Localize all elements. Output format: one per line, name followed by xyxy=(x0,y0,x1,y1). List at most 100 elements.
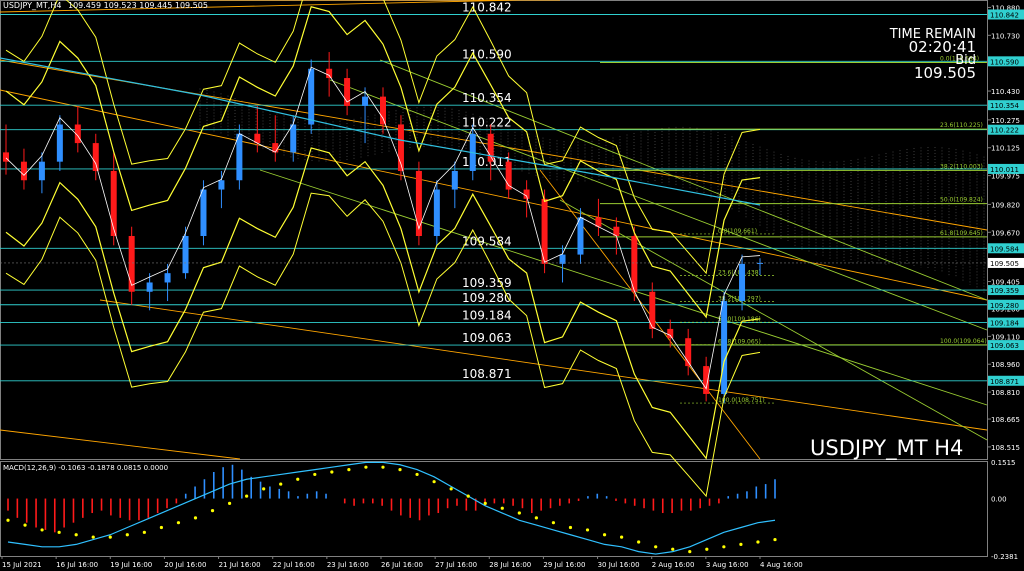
macd-signal-dot xyxy=(279,482,283,486)
fibo-small-label: 100.0(108.751) xyxy=(718,397,765,404)
macd-signal-dot xyxy=(705,547,709,551)
candle-body xyxy=(362,96,369,106)
time-axis-label: 16 Jul 16:00 xyxy=(56,561,98,569)
macd-signal-dot xyxy=(398,468,402,472)
candle-body xyxy=(110,170,117,237)
macd-signal-dot xyxy=(6,518,10,522)
level-axis-label: 110.354 xyxy=(990,102,1019,110)
level-axis-label: 110.222 xyxy=(990,127,1019,135)
fibo-small-label: 0.0(109.661) xyxy=(718,228,757,235)
symbol-label: USDJPY_MT,H4 xyxy=(3,1,62,10)
fibo-label: 23.6(110.225) xyxy=(940,122,983,129)
trend-line xyxy=(559,199,988,441)
macd-signal-dot xyxy=(585,528,590,532)
level-label: 109.359 xyxy=(462,276,512,290)
bid-axis-label: 109.505 xyxy=(990,260,1019,268)
time-axis-label: 3 Aug 16:00 xyxy=(706,561,749,569)
chart-canvas[interactable]: 110.880110.730110.580110.430110.275110.1… xyxy=(0,0,1024,571)
fibo-label: 100.0(109.064) xyxy=(940,338,987,345)
level-label: 109.063 xyxy=(462,331,512,345)
candle-body xyxy=(182,236,189,274)
time-axis-label: 15 Jul 2021 xyxy=(2,561,42,569)
candle-body xyxy=(451,170,458,190)
level-label: 109.280 xyxy=(462,291,512,305)
price-axis-tick: 110.730 xyxy=(991,32,1020,40)
bollinger-upper xyxy=(5,6,761,319)
candle-body xyxy=(326,68,333,79)
candle-body xyxy=(415,170,422,237)
macd-signal-dot xyxy=(91,535,95,539)
time-axis-label: 29 Jul 16:00 xyxy=(543,561,585,569)
level-axis-label: 109.359 xyxy=(990,287,1019,295)
macd-signal-dot xyxy=(74,533,78,537)
time-axis-label: 20 Jul 16:00 xyxy=(164,561,206,569)
time-axis-label: 19 Jul 16:00 xyxy=(110,561,152,569)
macd-signal-dot xyxy=(517,511,521,515)
trading-chart[interactable]: 110.880110.730110.580110.430110.275110.1… xyxy=(0,0,1024,571)
candle-body xyxy=(703,366,710,394)
symbol-watermark: USDJPY_MT H4 xyxy=(810,436,964,460)
macd-signal-dot xyxy=(381,465,385,469)
price-axis-tick: 108.665 xyxy=(991,416,1020,424)
macd-signal-dot xyxy=(483,501,487,505)
candle-body xyxy=(380,96,386,125)
macd-signal-dot xyxy=(432,480,436,484)
level-axis-label: 110.842 xyxy=(990,11,1019,19)
macd-signal-dot xyxy=(739,542,743,546)
macd-signal-dot xyxy=(313,472,317,477)
macd-axis-tick: -0.2381 xyxy=(991,553,1018,561)
candle-body xyxy=(146,282,153,292)
macd-signal-dot xyxy=(347,468,351,472)
macd-signal-dot xyxy=(773,537,777,542)
candle-body xyxy=(200,189,207,237)
macd-signal-dot xyxy=(568,525,573,530)
macd-signal-dot xyxy=(142,530,146,534)
level-axis-label: 110.011 xyxy=(990,166,1019,174)
time-axis-label: 21 Jul 16:00 xyxy=(219,561,261,569)
price-axis-tick: 109.820 xyxy=(991,201,1020,209)
level-axis-label: 109.280 xyxy=(990,302,1019,310)
trend-line xyxy=(329,79,988,331)
macd-signal-dot xyxy=(756,540,760,544)
bid-value: 109.505 xyxy=(913,64,976,82)
macd-axis-tick: 0.1515 xyxy=(991,459,1016,467)
candle-body xyxy=(218,180,225,190)
candle-body xyxy=(577,217,584,255)
trend-line xyxy=(0,429,241,460)
candle-body xyxy=(92,143,99,171)
macd-signal-dot xyxy=(57,530,61,534)
price-axis-tick: 108.515 xyxy=(991,444,1020,452)
macd-signal-dot xyxy=(449,487,453,491)
ohlc-label: 109.459 109.523 109.445 109.505 xyxy=(67,1,208,10)
candle-body xyxy=(487,133,494,162)
level-label: 108.871 xyxy=(462,367,512,381)
macd-signal-dot xyxy=(500,506,504,510)
time-axis-label: 28 Jul 16:00 xyxy=(489,561,531,569)
macd-signal-dot xyxy=(722,545,726,549)
candle-body xyxy=(739,263,746,302)
candle-body xyxy=(38,161,45,181)
candle-body xyxy=(20,161,27,181)
macd-axis-tick: 0.00 xyxy=(991,496,1007,504)
macd-signal-dot xyxy=(193,516,198,520)
fibo-label: 50.0(109.824) xyxy=(940,197,983,204)
time-axis-label: 4 Aug 16:00 xyxy=(760,561,803,569)
time-axis-label: 23 Jul 16:00 xyxy=(327,561,369,569)
candle-body xyxy=(128,236,135,292)
macd-signal-dot xyxy=(245,494,249,498)
macd-signal-dot xyxy=(364,465,368,469)
macd-signal-dot xyxy=(637,540,641,544)
level-axis-label: 109.063 xyxy=(990,342,1019,350)
macd-signal-dot xyxy=(534,516,538,520)
candle-body xyxy=(433,189,440,237)
macd-signal-dot xyxy=(466,494,470,498)
macd-signal-dot xyxy=(551,521,556,525)
macd-signal-dot xyxy=(210,509,215,513)
level-axis-label: 108.871 xyxy=(990,378,1019,386)
macd-signal-dot xyxy=(602,533,607,537)
fibo-label: 61.8(109.645) xyxy=(940,230,983,237)
candle-body xyxy=(559,254,566,264)
time-axis-label: 26 Jul 16:00 xyxy=(381,561,423,569)
price-axis-tick: 110.125 xyxy=(991,145,1020,153)
price-axis-tick: 109.670 xyxy=(991,229,1020,237)
